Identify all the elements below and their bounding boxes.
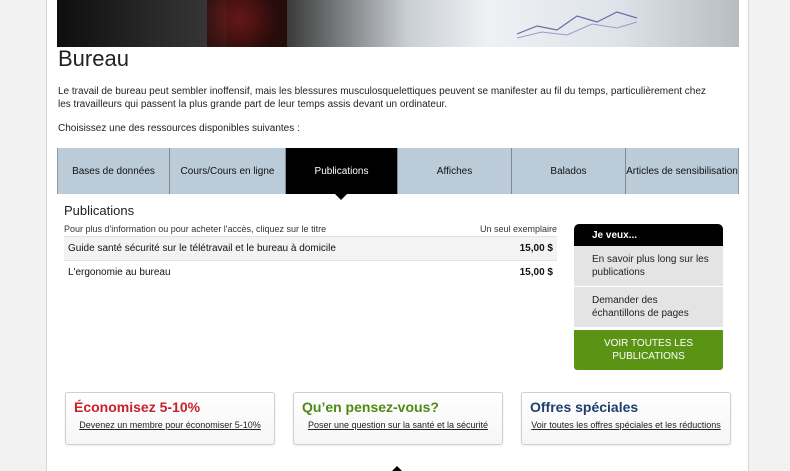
tab-balados[interactable]: Balados <box>512 148 626 194</box>
page-container: Bureau Le travail de bureau peut sembler… <box>46 0 749 471</box>
intro-text: Le travail de bureau peut sembler inoffe… <box>58 86 706 110</box>
tab-articles-de-sensibilisation[interactable]: Articles de sensibilisation <box>626 148 738 194</box>
je-veux-request-samples-link[interactable]: Demander des échantillons de pages <box>574 287 723 328</box>
je-veux-learn-more-link[interactable]: En savoir plus long sur les publications <box>574 246 723 287</box>
scroll-pointer-icon <box>392 466 402 471</box>
promo-link[interactable]: Voir toutes les offres spéciales et les … <box>522 420 730 431</box>
publication-price: 15,00 $ <box>519 243 553 254</box>
je-veux-panel: Je veux... En savoir plus long sur les p… <box>574 224 723 370</box>
promo-card-savings: Économisez 5-10% Devenez un membre pour … <box>65 392 275 445</box>
tab-affiches[interactable]: Affiches <box>398 148 512 194</box>
publication-title-link[interactable]: L'ergonomie au bureau <box>68 267 171 278</box>
view-all-publications-button[interactable]: VOIR TOUTES LES PUBLICATIONS <box>574 330 723 370</box>
publications-heading: Publications <box>64 203 135 218</box>
promo-link[interactable]: Poser une question sur la santé et la sé… <box>294 420 502 431</box>
publications-table-header: Pour plus d'information ou pour acheter … <box>64 224 557 236</box>
promo-link[interactable]: Devenez un membre pour économiser 5-10% <box>66 420 274 431</box>
publications-table: Pour plus d'information ou pour acheter … <box>64 224 557 284</box>
publication-title-link[interactable]: Guide santé sécurité sur le télétravail … <box>68 243 336 254</box>
promo-heading: Économisez 5-10% <box>74 399 201 415</box>
banner-chart-graphic <box>517 11 637 39</box>
promo-heading: Offres spéciales <box>530 399 639 415</box>
page-title: Bureau <box>58 46 129 71</box>
tab-publications[interactable]: Publications <box>286 148 398 194</box>
choose-resource-text: Choisissez une des ressources disponible… <box>58 123 300 134</box>
publications-instruction: Pour plus d'information ou pour acheter … <box>64 224 327 234</box>
table-row[interactable]: L'ergonomie au bureau 15,00 $ <box>64 260 557 284</box>
tab-cours-en-ligne[interactable]: Cours/Cours en ligne <box>170 148 286 194</box>
header-banner-image <box>57 0 739 47</box>
price-column-header: Un seul exemplaire <box>479 224 557 234</box>
publication-price: 15,00 $ <box>519 267 553 278</box>
je-veux-heading: Je veux... <box>574 224 723 246</box>
active-tab-pointer-icon <box>335 194 347 200</box>
resource-tabs: Bases de données Cours/Cours en ligne Pu… <box>57 148 739 194</box>
promo-card-special-offers: Offres spéciales Voir toutes les offres … <box>521 392 731 445</box>
promo-card-feedback: Qu’en pensez-vous? Poser une question su… <box>293 392 503 445</box>
table-row[interactable]: Guide santé sécurité sur le télétravail … <box>64 236 557 260</box>
tab-bases-de-donnees[interactable]: Bases de données <box>58 148 170 194</box>
promo-heading: Qu’en pensez-vous? <box>302 399 439 415</box>
